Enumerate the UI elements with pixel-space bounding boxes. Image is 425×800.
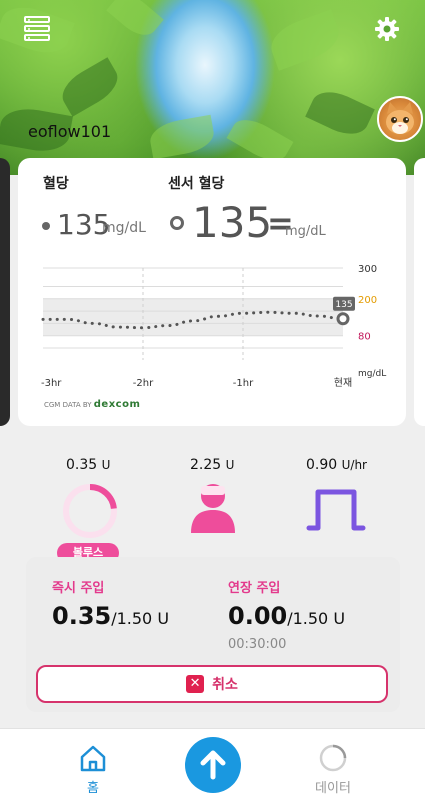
nav-home[interactable]: 홈 — [70, 739, 116, 796]
app-screen: eoflow101 혈당 센서 혈당 135 mg/dL 135 = mg/dL… — [0, 0, 425, 800]
blood-glucose-dot-icon — [42, 222, 50, 230]
extended-total: /1.50 U — [287, 609, 346, 628]
blood-glucose-label: 혈당 — [43, 176, 69, 192]
bolus-amount: 0.35 U — [66, 457, 110, 473]
bolus-value: 0.35 — [66, 457, 98, 473]
cancel-label: 취소 — [212, 677, 238, 693]
immediate-value: 0.35 — [52, 602, 112, 630]
target-range-band — [43, 298, 343, 336]
immediate-infusion-amount: 0.35/1.50 U — [52, 602, 169, 630]
extended-infusion-time: 00:30:00 — [228, 637, 287, 652]
cat-avatar-icon — [386, 102, 414, 134]
next-card-peek[interactable] — [414, 158, 425, 426]
nav-home-label: 홈 — [87, 781, 99, 796]
nav-data-label: 데이터 — [315, 781, 351, 796]
person-icon[interactable] — [190, 482, 236, 534]
sensor-glucose-label: 센서 혈당 — [168, 176, 225, 192]
x-tick-label: 현재 — [334, 377, 352, 389]
insulin-on-board: 2.25 U — [190, 457, 234, 473]
extended-infusion-label: 연장 주입 — [228, 581, 281, 596]
sensor-ring-icon — [170, 216, 184, 230]
cancel-bolus-button[interactable]: ✕ 취소 — [36, 665, 388, 703]
bolus-progress-ring-icon[interactable] — [62, 483, 118, 539]
username: eoflow101 — [28, 122, 112, 141]
dexcom-logo: dexcom — [93, 399, 141, 410]
menu-list-icon — [24, 16, 50, 23]
basal-unit: U/hr — [341, 458, 367, 472]
iob-unit: U — [225, 458, 235, 472]
home-icon — [80, 745, 106, 772]
gear-icon — [375, 17, 399, 41]
current-glucose-point — [336, 312, 350, 326]
avatar[interactable] — [377, 96, 423, 142]
iob-value: 2.25 — [190, 457, 222, 473]
bolus-progress-card: 즉시 주입 0.35/1.50 U 연장 주입 0.00/1.50 U 00:3… — [26, 557, 400, 712]
quick-bolus-button[interactable] — [185, 737, 241, 793]
header-background — [0, 0, 425, 175]
glucose-card[interactable]: 혈당 센서 혈당 135 mg/dL 135 = mg/dL 300 200 80 m… — [18, 158, 406, 426]
x-tick-label: -2hr — [133, 378, 154, 389]
x-tick-label: -1hr — [233, 378, 254, 389]
previous-card-peek[interactable] — [0, 158, 10, 426]
basal-pulse-icon[interactable] — [306, 487, 366, 531]
bottom-navigation: 홈 데이터 — [0, 728, 425, 800]
x-tick-label: -3hr — [41, 378, 62, 389]
y-tick-label: 300 — [358, 264, 377, 275]
blood-glucose-unit: mg/dL — [102, 220, 146, 236]
extended-infusion-amount: 0.00/1.50 U — [228, 602, 345, 630]
y-tick-label: 200 — [358, 295, 377, 306]
y-tick-label: 80 — [358, 332, 371, 343]
immediate-infusion-label: 즉시 주입 — [52, 581, 105, 596]
glucose-chart: 300 200 80 mg/dL -3hr -2hr -1hr 현재 135 — [41, 264, 386, 389]
nav-data[interactable]: 데이터 — [308, 739, 358, 796]
basal-rate: 0.90 U/hr — [306, 457, 367, 473]
arrow-up-icon — [200, 750, 226, 780]
settings-button[interactable] — [373, 15, 401, 43]
y-unit-label: mg/dL — [358, 369, 386, 379]
sensor-glucose-value: 135 — [192, 198, 273, 247]
basal-value: 0.90 — [306, 457, 338, 473]
extended-value: 0.00 — [228, 602, 288, 630]
immediate-total: /1.50 U — [111, 609, 170, 628]
menu-button[interactable] — [24, 16, 50, 42]
bolus-unit: U — [101, 458, 111, 472]
sensor-glucose-unit: mg/dL — [285, 224, 326, 239]
close-icon: ✕ — [186, 675, 205, 693]
cgm-data-by-label: CGM DATA BY — [44, 401, 92, 409]
current-value-label: 135 — [335, 300, 352, 310]
cgm-credit: CGM DATA BY dexcom — [44, 399, 140, 410]
data-loading-icon — [319, 744, 347, 772]
